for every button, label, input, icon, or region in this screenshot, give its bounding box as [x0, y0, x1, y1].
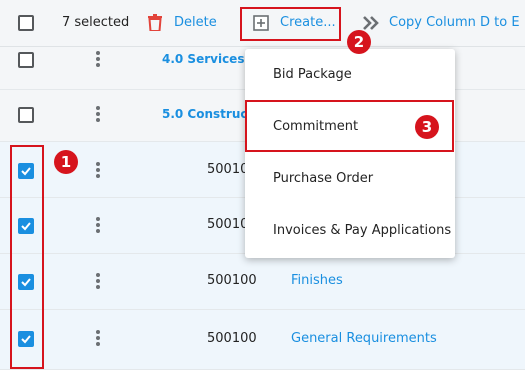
- menu-item-purchase-order[interactable]: Purchase Order: [245, 153, 455, 205]
- delete-label: Delete: [174, 15, 217, 30]
- kebab-menu-icon[interactable]: [96, 273, 100, 291]
- menu-item-bid-package[interactable]: Bid Package: [245, 49, 455, 101]
- kebab-menu-icon[interactable]: [96, 162, 100, 180]
- cost-code: 50010: [207, 162, 249, 177]
- table-row: 500100 General Requirements: [0, 310, 525, 370]
- selected-count: 7 selected: [62, 15, 130, 30]
- double-chevron-right-icon: [363, 16, 379, 30]
- kebab-menu-icon[interactable]: [96, 106, 100, 124]
- cost-code-name[interactable]: General Requirements: [291, 331, 437, 347]
- kebab-menu-icon[interactable]: [96, 330, 100, 348]
- checkbox-column-highlight: [10, 145, 44, 369]
- copy-column-button[interactable]: Copy Column D to E: [362, 13, 522, 35]
- row-checkbox[interactable]: [18, 52, 34, 68]
- cost-code-name[interactable]: Finishes: [291, 273, 343, 289]
- group-name[interactable]: 5.0 Construct: [162, 106, 253, 122]
- kebab-menu-icon[interactable]: [96, 51, 100, 69]
- cost-code: 500100: [207, 273, 257, 288]
- select-all-checkbox[interactable]: [18, 15, 34, 31]
- copy-column-label: Copy Column D to E: [389, 15, 520, 30]
- trash-icon: [148, 14, 162, 31]
- menu-item-invoices-pay-applications[interactable]: Invoices & Pay Applications: [245, 205, 455, 257]
- cost-code: 50010: [207, 217, 249, 232]
- kebab-menu-icon[interactable]: [96, 217, 100, 235]
- cost-code: 500100: [207, 331, 257, 346]
- row-checkbox[interactable]: [18, 107, 34, 123]
- step-badge-1: 1: [54, 150, 78, 174]
- table-row: 500100 Finishes: [0, 254, 525, 310]
- step-badge-3: 3: [415, 115, 439, 139]
- delete-button[interactable]: Delete: [148, 13, 218, 35]
- create-dropdown-menu: Bid Package Commitment Purchase Order In…: [245, 49, 455, 258]
- create-button-highlight: [240, 7, 341, 41]
- step-badge-2: 2: [347, 30, 371, 54]
